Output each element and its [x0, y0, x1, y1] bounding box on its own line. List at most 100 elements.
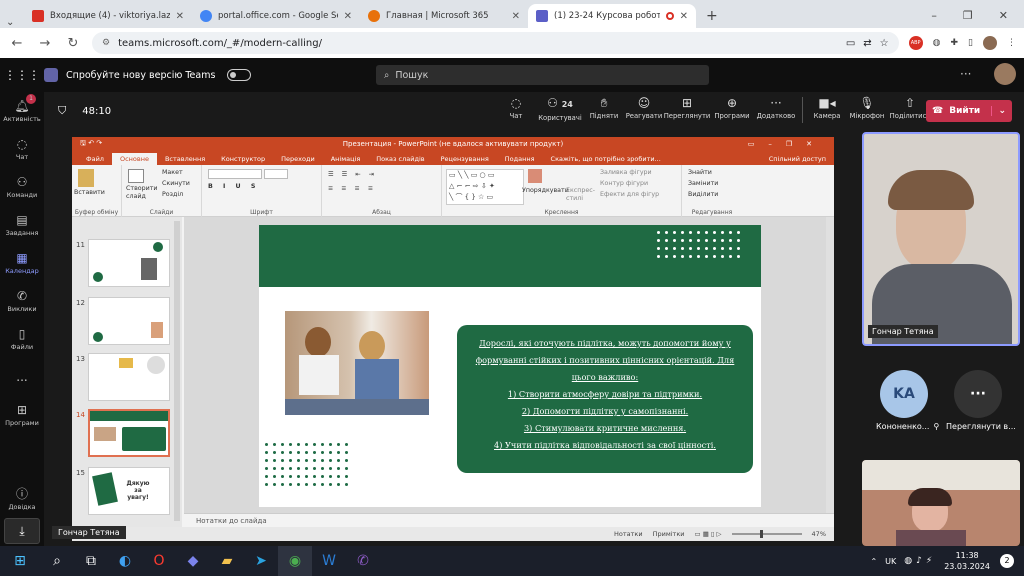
shapes-gallery[interactable]: ▭ ╲ ╲ ▭ ○ ▭ △ ⌐ ⌐ ⇨ ⇩ ✦ ╲ ⌒ { } ☆ ▭: [446, 169, 524, 205]
sidepanel-icon[interactable]: ▯: [968, 38, 973, 48]
slide-thumb-14[interactable]: [88, 409, 170, 457]
new-slide-button[interactable]: Створити слайд: [126, 185, 160, 201]
notification-badge[interactable]: 2: [1000, 554, 1014, 568]
reload-icon[interactable]: ↻: [64, 36, 82, 51]
task-view-icon[interactable]: ⧉: [74, 546, 108, 576]
forward-icon[interactable]: →: [36, 36, 54, 51]
camera-button[interactable]: ■◂ Камера: [807, 97, 847, 123]
notes-button[interactable]: Нотатки: [614, 530, 643, 538]
tab-animations[interactable]: Анімація: [323, 153, 369, 165]
comments-button[interactable]: Примітки: [653, 530, 685, 538]
close-window-icon[interactable]: ✕: [999, 9, 1008, 22]
section-button[interactable]: Розділ: [162, 191, 183, 198]
back-icon[interactable]: ←: [8, 36, 26, 51]
mic-button[interactable]: 🎙︎ Мікрофон: [847, 97, 887, 123]
teams-icon[interactable]: ◆: [176, 546, 210, 576]
rail-more[interactable]: ...: [0, 358, 44, 396]
chevron-down-icon[interactable]: ⌄: [991, 106, 1012, 116]
tab-slideshow[interactable]: Показ слайдів: [368, 153, 432, 165]
close-icon[interactable]: ✕: [344, 11, 352, 22]
layout-button[interactable]: Макет: [162, 169, 183, 176]
start-icon[interactable]: ⊞: [0, 546, 40, 576]
globe-icon[interactable]: ◍: [933, 38, 941, 48]
participant-tile-2[interactable]: [862, 460, 1020, 546]
slide-thumb-11[interactable]: [88, 239, 170, 287]
translate-icon[interactable]: ⇄: [863, 38, 871, 49]
arrange-button[interactable]: Упорядкувати: [522, 187, 569, 194]
browser-tab-m365[interactable]: Главная | Microsoft 365 ✕: [360, 4, 528, 28]
edge-icon[interactable]: ◐: [108, 546, 142, 576]
app-launcher-icon[interactable]: ⋮⋮⋮: [0, 68, 44, 82]
browser-tab-mail[interactable]: Входящие (4) - viktoriya.lazaren ✕: [24, 4, 192, 28]
site-info-icon[interactable]: ⚙: [102, 38, 110, 48]
shape-effects-button[interactable]: Ефекти для фігур: [600, 191, 659, 198]
thumbs-scrollbar[interactable]: [174, 221, 180, 521]
ppt-window-controls[interactable]: ▭–❐✕: [748, 140, 826, 148]
shape-outline-button[interactable]: Контур фігури: [600, 180, 648, 187]
tray-icons[interactable]: ◍♪⚡: [904, 556, 936, 566]
tab-home[interactable]: Основне: [111, 153, 157, 165]
leave-button[interactable]: ☎ Вийти ⌄: [926, 100, 1012, 122]
tab-file[interactable]: Файл: [78, 153, 112, 165]
browser-tab-teams[interactable]: (1) 23-24 Курсова робота ✕: [528, 4, 696, 28]
search-icon[interactable]: ⌕: [40, 546, 74, 576]
view-icons[interactable]: ▭ ▦ ▯ ▷: [694, 530, 721, 538]
language-indicator[interactable]: UK: [885, 557, 896, 566]
chat-button[interactable]: ◌ Чат: [496, 97, 536, 123]
font-name-select[interactable]: [208, 169, 262, 179]
close-icon[interactable]: ✕: [512, 11, 520, 22]
download-icon[interactable]: ⤓: [4, 518, 40, 544]
font-format-icons[interactable]: B I U S: [208, 183, 259, 190]
opera-icon[interactable]: O: [142, 546, 176, 576]
view-button[interactable]: ⊞ Переглянути: [664, 97, 711, 123]
rail-activity[interactable]: 🔔︎ Активність 1: [0, 92, 44, 130]
more-icon[interactable]: ···: [960, 67, 971, 81]
viber-icon[interactable]: ✆: [346, 546, 380, 576]
slide-thumb-12[interactable]: [88, 297, 170, 345]
tell-me-input[interactable]: Скажіть, що потрібно зробити...: [543, 153, 669, 165]
apps-button[interactable]: ⊕ Програми: [710, 97, 754, 123]
camera-indicator-icon[interactable]: ▭: [846, 38, 855, 49]
minimize-icon[interactable]: –: [931, 9, 937, 22]
url-field[interactable]: ⚙ teams.microsoft.com/_#/modern-calling/…: [92, 32, 899, 54]
slide-text-box[interactable]: Дорослі, які оточують підлітка, можуть д…: [457, 325, 753, 473]
font-size-select[interactable]: [264, 169, 288, 179]
rail-chat[interactable]: ◌ Чат: [0, 130, 44, 168]
shape-fill-button[interactable]: Заливка фігури: [600, 169, 652, 176]
close-icon[interactable]: ✕: [680, 11, 688, 22]
people-button[interactable]: ⚇ 24 Користувачі: [536, 97, 584, 123]
paste-button[interactable]: Вставити: [74, 189, 105, 196]
view-all-participants[interactable]: Переглянути в...: [946, 422, 1016, 431]
quick-styles-button[interactable]: Експрес-стилі: [566, 187, 596, 203]
save-icon[interactable]: 🖫︎ ↶ ↷: [80, 139, 102, 150]
find-button[interactable]: Знайти: [688, 169, 712, 176]
new-tab-button[interactable]: +: [696, 8, 728, 28]
tab-view[interactable]: Подання: [497, 153, 543, 165]
tab-review[interactable]: Рецензування: [433, 153, 497, 165]
list-icons[interactable]: ☰ ☰ ⇤ ⇥: [328, 171, 377, 178]
more-participants-icon[interactable]: ···: [954, 370, 1002, 418]
rail-assignments[interactable]: ▤ Завдання: [0, 206, 44, 244]
canvas-scrollbar[interactable]: [826, 217, 834, 513]
chrome-icon[interactable]: ◉: [278, 546, 312, 576]
telegram-icon[interactable]: ➤: [244, 546, 278, 576]
user-avatar[interactable]: [994, 63, 1016, 85]
participant-tile-main[interactable]: Гончар Тетяна: [862, 132, 1020, 346]
close-icon[interactable]: ✕: [176, 11, 184, 22]
tray-chevron-icon[interactable]: ⌃: [870, 557, 877, 566]
rail-help[interactable]: ⓘ Довідка: [0, 480, 44, 518]
clock[interactable]: 11:38 23.03.2024: [944, 550, 990, 572]
maximize-icon[interactable]: ❐: [963, 9, 973, 22]
rail-calls[interactable]: ✆ Виклики: [0, 282, 44, 320]
tab-design[interactable]: Конструктор: [213, 153, 273, 165]
zoom-slider[interactable]: [731, 530, 802, 538]
bookmark-icon[interactable]: ☆: [880, 38, 889, 49]
tab-transitions[interactable]: Переходи: [273, 153, 323, 165]
rail-teams[interactable]: ⚇ Команди: [0, 168, 44, 206]
profile-avatar[interactable]: [983, 36, 997, 50]
react-button[interactable]: ☺ Реагувати: [624, 97, 664, 123]
search-input[interactable]: ⌕ Пошук: [376, 65, 709, 85]
more-button[interactable]: ··· Додатково: [754, 97, 798, 123]
raise-hand-button[interactable]: ✋︎ Підняти: [584, 97, 624, 123]
align-icons[interactable]: ≡ ≡ ≡ ≡: [328, 185, 376, 192]
